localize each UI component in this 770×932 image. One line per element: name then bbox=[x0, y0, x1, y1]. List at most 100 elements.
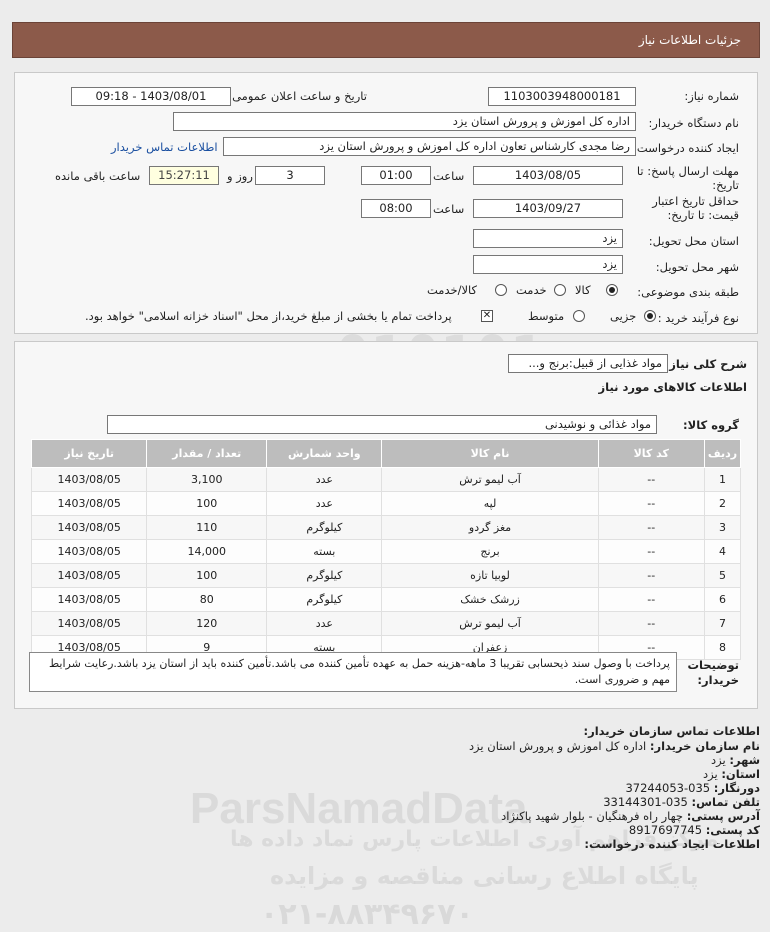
col-qty: تعداد / مقدار bbox=[146, 439, 268, 468]
deadline-time-label: ساعت bbox=[433, 169, 465, 183]
needs-panel: شرح کلی نیاز: مواد غذایی از قبیل:برنج و.… bbox=[14, 341, 758, 932]
cell-code: -- bbox=[597, 539, 705, 564]
contact-postal: کد پستی: 8917697745 bbox=[628, 823, 760, 837]
category-goods-radio[interactable] bbox=[606, 284, 618, 296]
cell-unit: عدد bbox=[266, 491, 383, 516]
cell-qty: 100 bbox=[146, 491, 268, 516]
contact-org: نام سازمان خریدار: اداره کل اموزش و پرور… bbox=[468, 739, 760, 753]
category-label: طبقه بندی موضوعی: bbox=[637, 285, 739, 299]
contact-phone: تلفن تماس: 035-33144301 bbox=[603, 795, 760, 809]
cell-code: -- bbox=[597, 587, 705, 612]
deadline-label-2: تاریخ: bbox=[712, 178, 739, 192]
cell-unit: کیلوگرم bbox=[266, 587, 383, 612]
cell-code: -- bbox=[597, 491, 705, 516]
cell-row: 1 bbox=[703, 467, 742, 492]
days-field: 3 bbox=[255, 166, 325, 185]
cell-date: 1403/08/05 bbox=[30, 467, 148, 492]
col-code: کد کالا bbox=[597, 439, 705, 468]
announce-label: تاریخ و ساعت اعلان عمومی: bbox=[228, 89, 367, 103]
cell-code: -- bbox=[597, 563, 705, 588]
cell-name: لپه bbox=[381, 491, 599, 516]
process-medium-label: متوسط bbox=[528, 309, 565, 323]
contact-city: شهر: یزد bbox=[711, 753, 760, 767]
deadline-time-field: 01:00 bbox=[361, 166, 431, 185]
process-minor-radio[interactable] bbox=[644, 310, 656, 322]
process-minor-label: جزیی bbox=[610, 309, 637, 323]
cell-row: 5 bbox=[703, 563, 742, 588]
buyer-notes-label-2: خریدار: bbox=[697, 673, 739, 687]
cell-qty: 120 bbox=[146, 611, 268, 636]
cell-code: -- bbox=[597, 611, 705, 636]
validity-date-field: 1403/09/27 bbox=[473, 199, 623, 218]
page-title: جزئیات اطلاعات نیاز bbox=[638, 33, 741, 47]
validity-label-1: حداقل تاریخ اعتبار bbox=[652, 194, 739, 208]
cell-row: 7 bbox=[703, 611, 742, 636]
category-service-radio[interactable] bbox=[554, 284, 566, 296]
goods-group-label: گروه کالا: bbox=[683, 418, 739, 432]
delivery-city-label: شهر محل تحویل: bbox=[655, 260, 739, 274]
delivery-city-field: یزد bbox=[473, 255, 623, 274]
remaining-time-field: 15:27:11 bbox=[149, 166, 219, 185]
cell-date: 1403/08/05 bbox=[30, 611, 148, 636]
table-row: 2 -- لپه عدد 100 1403/08/05 bbox=[30, 491, 742, 516]
validity-time-field: 08:00 bbox=[361, 199, 431, 218]
summary-field: مواد غذایی از قبیل:برنج و... bbox=[508, 354, 668, 373]
cell-date: 1403/08/05 bbox=[30, 587, 148, 612]
contact-buyer-link[interactable]: اطلاعات تماس خریدار bbox=[111, 140, 218, 154]
col-unit: واحد شمارش bbox=[266, 439, 383, 468]
watermark-line-2: پایگاه اطلاع رسانی مناقصه و مزایده bbox=[270, 862, 699, 890]
summary-label: شرح کلی نیاز: bbox=[664, 357, 747, 371]
contact-province: استان: یزد bbox=[702, 767, 760, 781]
validity-label-2: قیمت: تا تاریخ: bbox=[667, 208, 739, 222]
cell-unit: کیلوگرم bbox=[266, 515, 383, 540]
col-date: تاریخ نیاز bbox=[30, 439, 148, 468]
table-row: 5 -- لوبیا تازه کیلوگرم 100 1403/08/05 bbox=[30, 563, 742, 588]
cell-unit: بسته bbox=[266, 539, 383, 564]
cell-code: -- bbox=[597, 467, 705, 492]
treasury-checkbox[interactable]: ✕ bbox=[481, 310, 493, 322]
cell-name: آب لیمو ترش bbox=[381, 467, 599, 492]
announce-field: 1403/08/01 - 09:18 bbox=[71, 87, 231, 106]
col-row: ردیف bbox=[703, 439, 742, 468]
cell-name: برنج bbox=[381, 539, 599, 564]
cell-name: زرشک خشک bbox=[381, 587, 599, 612]
cell-qty: 100 bbox=[146, 563, 268, 588]
col-name: نام کالا bbox=[381, 439, 599, 468]
watermark-phone: ۰۲۱-۸۸۳۴۹۶۷۰ bbox=[260, 897, 474, 932]
contact-address: آدرس پستی: چهار راه فرهنگیان - بلوار شهی… bbox=[501, 809, 760, 823]
cell-qty: 80 bbox=[146, 587, 268, 612]
cell-row: 8 bbox=[703, 635, 742, 660]
cell-date: 1403/08/05 bbox=[30, 491, 148, 516]
table-row: 3 -- مغز گردو کیلوگرم 110 1403/08/05 bbox=[30, 515, 742, 540]
details-panel: 0101010101 شماره نیاز: 1103003948000181 … bbox=[14, 72, 758, 459]
payment-note: پرداخت تمام یا بخشی از مبلغ خرید،از محل … bbox=[85, 309, 452, 323]
validity-time-label: ساعت bbox=[433, 202, 465, 216]
table-row: 6 -- زرشک خشک کیلوگرم 80 1403/08/05 bbox=[30, 587, 742, 612]
buyer-notes-label-1: توضیحات bbox=[687, 658, 740, 672]
cell-row: 2 bbox=[703, 491, 742, 516]
cell-unit: عدد bbox=[266, 611, 383, 636]
creator-field: رضا مجدی کارشناس تعاون اداره کل اموزش و … bbox=[223, 137, 636, 156]
cell-date: 1403/08/05 bbox=[30, 515, 148, 540]
cell-unit: کیلوگرم bbox=[266, 563, 383, 588]
cell-code: -- bbox=[597, 515, 705, 540]
cell-row: 3 bbox=[703, 515, 742, 540]
page-header: جزئیات اطلاعات نیاز bbox=[12, 22, 760, 58]
buyer-notes-field: پرداخت با وصول سند ذیحسابی تقریبا 3 ماهه… bbox=[29, 652, 677, 692]
category-both-radio[interactable] bbox=[495, 284, 507, 296]
delivery-place-field: یزد bbox=[473, 229, 623, 248]
contact-title: اطلاعات تماس سازمان خریدار: bbox=[583, 724, 760, 738]
table-row: 7 -- آب لیمو ترش عدد 120 1403/08/05 bbox=[30, 611, 742, 636]
deadline-label-1: مهلت ارسال پاسخ: تا bbox=[636, 164, 739, 178]
need-number-label: شماره نیاز: bbox=[684, 89, 739, 103]
buyer-org-label: نام دستگاه خریدار: bbox=[648, 116, 739, 130]
goods-table: ردیف کد کالا نام کالا واحد شمارش تعداد /… bbox=[30, 439, 742, 660]
creator-label: ایجاد کننده درخواست: bbox=[633, 141, 739, 155]
category-both-label: کالا/خدمت bbox=[427, 283, 478, 297]
contact-fax: دورنگار: 035-37244053 bbox=[625, 781, 760, 795]
remaining-label: ساعت باقی مانده bbox=[55, 169, 141, 183]
buyer-org-field: اداره کل اموزش و پرورش استان یزد bbox=[173, 112, 636, 131]
cell-qty: 3,100 bbox=[146, 467, 268, 492]
need-number-field: 1103003948000181 bbox=[488, 87, 636, 106]
process-medium-radio[interactable] bbox=[573, 310, 585, 322]
